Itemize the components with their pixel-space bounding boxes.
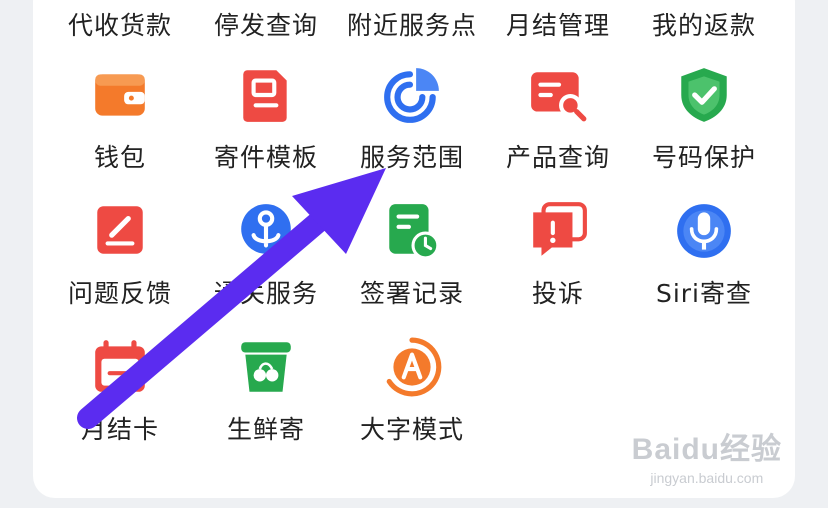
watermark-brand: Baidu经验 — [631, 433, 782, 466]
watermark-url: jingyan.baidu.com — [650, 470, 764, 486]
baidu-watermark: Baidu经验 jingyan.baidu.com — [632, 424, 782, 486]
